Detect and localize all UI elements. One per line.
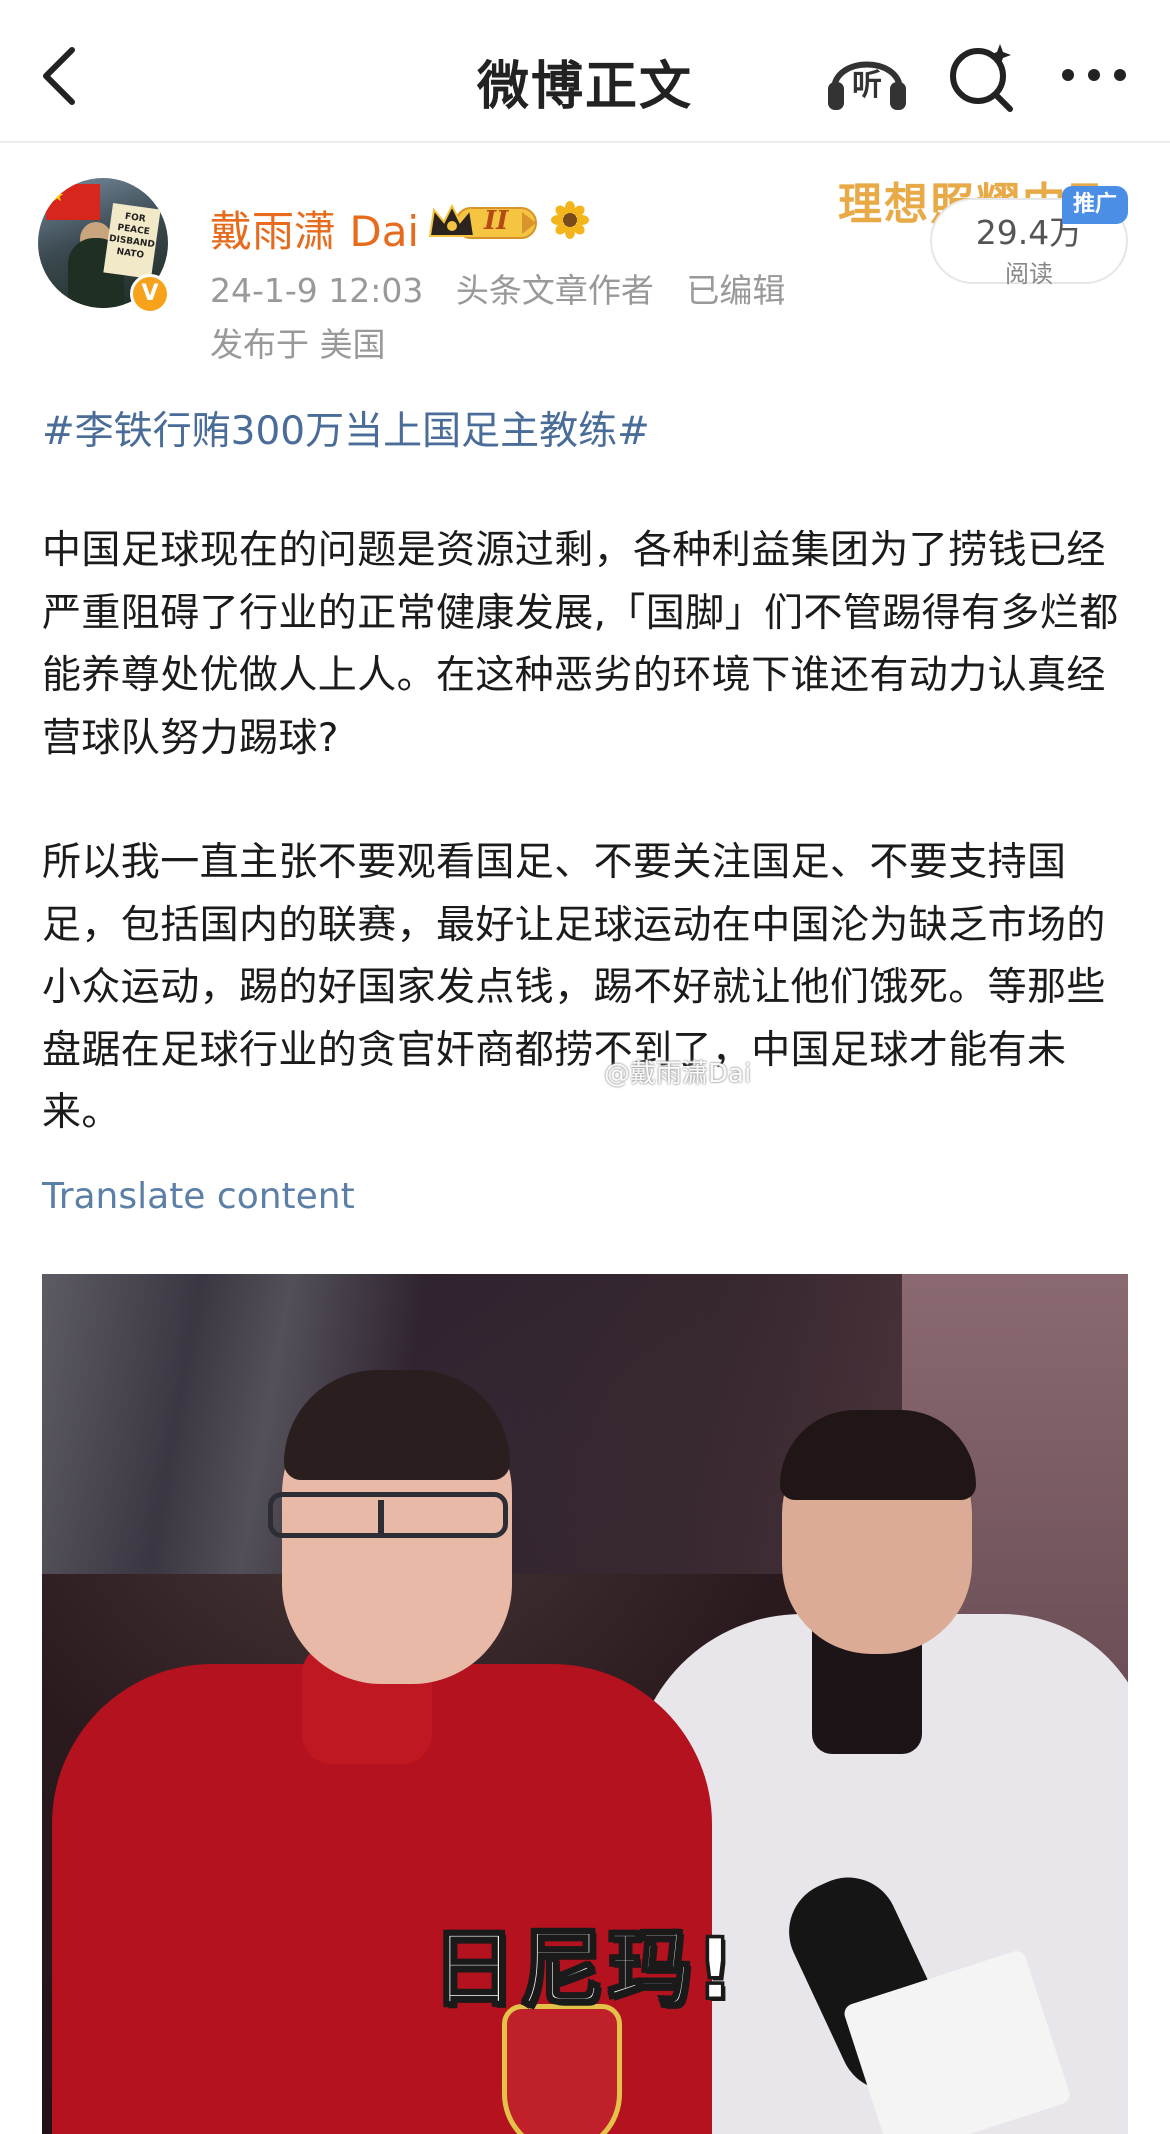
- listen-label: 听: [852, 68, 882, 103]
- search-icon: [950, 44, 1013, 112]
- post-paragraph-2: 所以我一直主张不要观看国足、不要关注国足、不要支持国足，包括国内的联赛，最好让足…: [42, 840, 1106, 1135]
- translate-content-link[interactable]: Translate content: [42, 1176, 355, 1217]
- weibo-watermark: @戴雨潇Dai: [604, 1059, 752, 1089]
- glasses: [268, 1492, 508, 1538]
- post-paragraph-1: 中国足球现在的问题是资源过剩，各种利益集团为了捞钱已经严重阻碍了行业的正常健康发…: [42, 528, 1119, 761]
- more-dots-icon: [1062, 69, 1126, 81]
- promote-tag[interactable]: 推广: [1062, 186, 1128, 224]
- vip-level: II: [484, 206, 509, 236]
- topic-hashtag[interactable]: #李铁行贿300万当上国足主教练#: [42, 400, 650, 456]
- verified-badge-icon: V: [130, 274, 170, 314]
- author-name[interactable]: 戴雨潇 Dai: [210, 198, 419, 259]
- listen-button[interactable]: 听: [824, 40, 910, 112]
- top-nav-bar: 微博正文 听: [0, 0, 1170, 143]
- vip-badge[interactable]: II: [426, 200, 542, 244]
- post-meta: 24-1-9 12:03 头条文章作者 已编辑: [210, 264, 807, 312]
- avatar-sign: FOR PEACE DISBAND NATO: [103, 203, 161, 279]
- post-location: 发布于 美国: [210, 325, 386, 364]
- post-timestamp: 24-1-9 12:03: [210, 271, 424, 310]
- post-image[interactable]: 日尼玛!: [42, 1274, 1128, 2134]
- flag-icon: ★: [46, 184, 100, 220]
- edited-label[interactable]: 已编辑: [686, 271, 785, 310]
- more-button[interactable]: [1058, 50, 1130, 100]
- avatar[interactable]: ★ FOR PEACE DISBAND NATO V: [38, 166, 172, 314]
- team-crest-icon: [502, 2004, 622, 2134]
- search-button[interactable]: [944, 40, 1020, 116]
- image-caption: 日尼玛!: [430, 1919, 739, 2020]
- sunflower-icon: [550, 200, 590, 240]
- glasses-bridge: [378, 1500, 384, 1534]
- author-role: 头条文章作者: [455, 271, 654, 310]
- read-label: 阅读: [1005, 260, 1053, 288]
